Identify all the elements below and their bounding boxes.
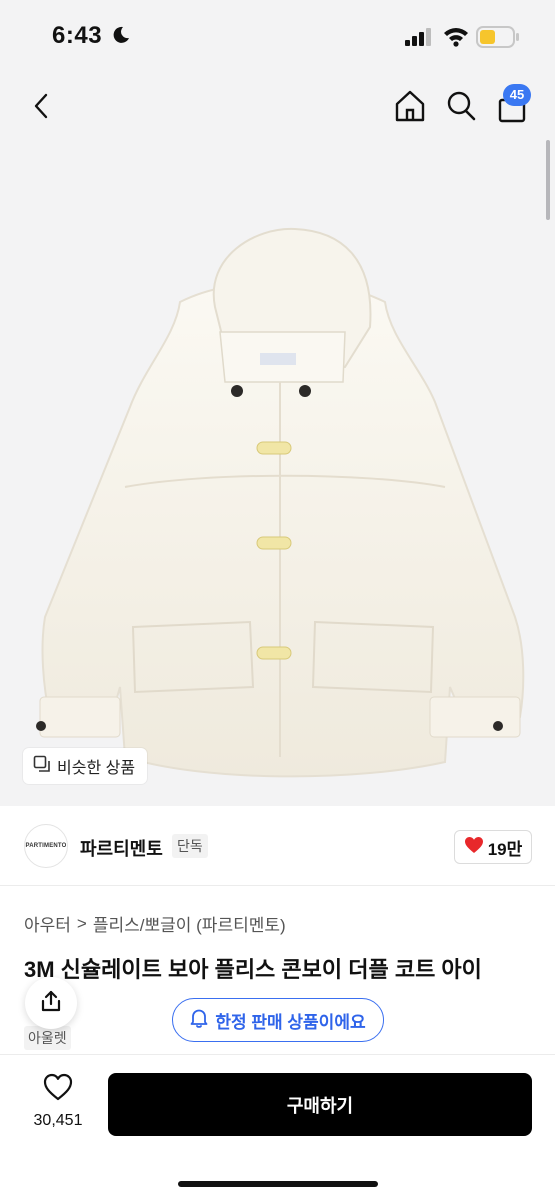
wifi-icon xyxy=(443,25,469,52)
battery-icon xyxy=(476,25,520,54)
top-nav xyxy=(0,72,555,142)
bell-icon xyxy=(190,1008,208,1033)
product-image[interactable] xyxy=(0,72,555,806)
heart-outline-icon xyxy=(43,1073,73,1106)
limited-sale-label: 한정 판매 상품이에요 xyxy=(215,1012,366,1032)
shop-like-button[interactable]: 19만 xyxy=(454,830,532,864)
status-bar: 6:43 xyxy=(0,0,555,72)
buy-button[interactable]: 구매하기 xyxy=(108,1073,532,1136)
shop-logo-text: PARTIMENTO xyxy=(25,843,67,849)
similar-products-label: 비슷한 상품 xyxy=(57,760,136,777)
back-icon[interactable] xyxy=(26,88,56,124)
product-title: 3M 신슐레이트 보아 플리스 콘보이 더플 코트 아이 xyxy=(24,957,482,982)
search-icon[interactable] xyxy=(446,88,476,124)
shop-like-count: 19만 xyxy=(487,839,523,859)
shop-row: PARTIMENTO 파르티멘토 단독 19만 xyxy=(0,806,555,886)
copy-icon xyxy=(33,755,51,778)
outlet-tag: 아울렛 xyxy=(24,1026,71,1050)
home-icon[interactable] xyxy=(394,88,426,124)
shop-logo[interactable]: PARTIMENTO xyxy=(24,824,68,868)
share-button[interactable] xyxy=(25,977,77,1029)
scrollbar[interactable] xyxy=(546,140,550,220)
cart-count-badge: 45 xyxy=(503,84,531,106)
share-icon xyxy=(39,989,63,1018)
moon-icon xyxy=(112,26,130,49)
wishlist-count: 30,451 xyxy=(33,1112,83,1129)
breadcrumb-category[interactable]: 아우터 xyxy=(24,911,71,936)
breadcrumb-subcategory[interactable]: 플리스/뽀글이 (파르티멘토) xyxy=(93,911,286,936)
status-time: 6:43 xyxy=(52,22,103,49)
wishlist-button[interactable]: 30,451 xyxy=(24,1073,92,1139)
signal-icon xyxy=(405,28,433,51)
exclusive-tag: 단독 xyxy=(172,834,208,858)
shop-name[interactable]: 파르티멘토 xyxy=(80,835,163,861)
limited-sale-notice[interactable]: 한정 판매 상품이에요 xyxy=(172,998,384,1042)
heart-filled-icon xyxy=(464,836,484,859)
home-indicator[interactable] xyxy=(178,1181,378,1187)
breadcrumb: 아우터 > 플리스/뽀글이 (파르티멘토) xyxy=(24,911,286,936)
bottom-bar: 30,451 구매하기 xyxy=(0,1054,555,1200)
coat-image xyxy=(36,227,525,778)
similar-products-button[interactable]: 비슷한 상품 xyxy=(23,748,148,784)
breadcrumb-separator: > xyxy=(76,913,87,933)
